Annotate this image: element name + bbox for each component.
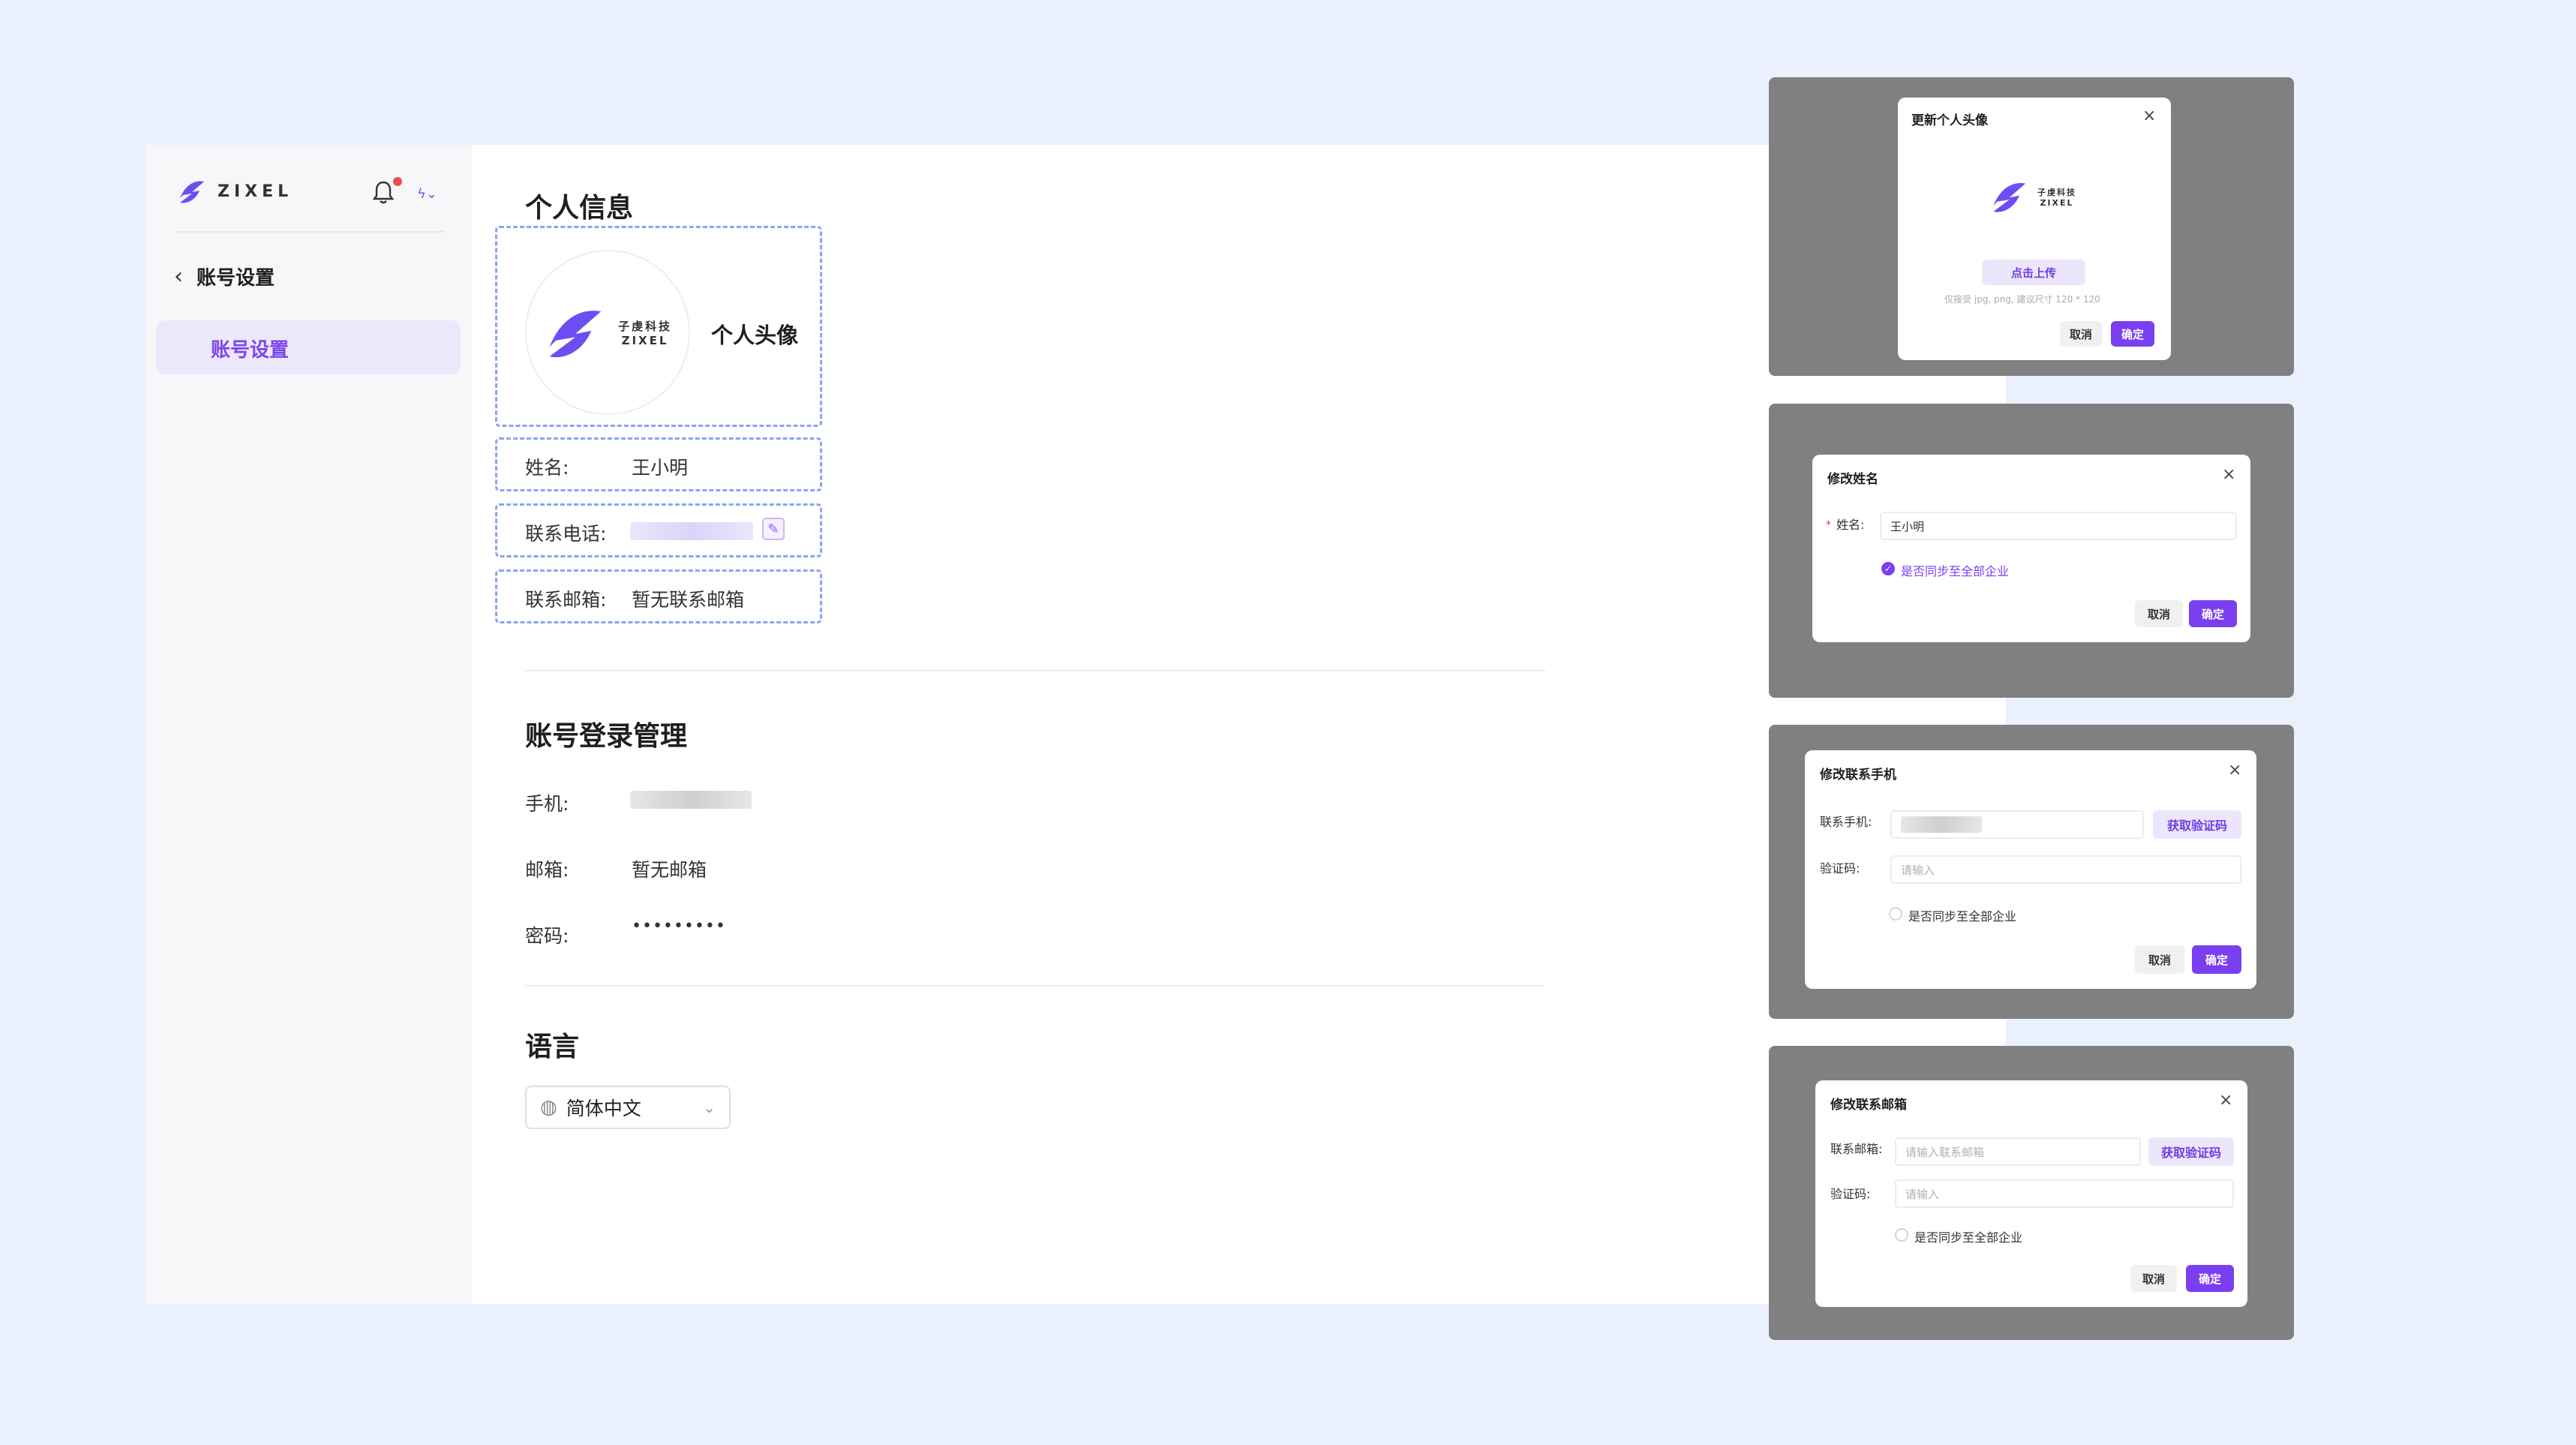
section-divider: [525, 670, 1545, 671]
email-code-input[interactable]: 请输入: [1895, 1179, 2234, 1208]
logo-wordmark: ZIXEL: [218, 182, 293, 201]
avatar[interactable]: 子虔科技 ZIXEL: [525, 250, 690, 415]
globe-icon: ◍: [540, 1096, 557, 1119]
name-input-value: 王小明: [1890, 519, 1925, 533]
preview-company-en: ZIXEL: [2040, 197, 2074, 208]
email-code-label: 验证码:: [1830, 1187, 1871, 1201]
brand-logo[interactable]: ZIXEL: [177, 177, 293, 206]
close-icon[interactable]: ×: [2219, 1091, 2232, 1110]
close-icon[interactable]: ×: [2228, 761, 2241, 780]
section-title-login: 账号登录管理: [525, 721, 688, 752]
phone-code-input[interactable]: 请输入: [1890, 855, 2241, 884]
confirm-button[interactable]: 确定: [2192, 945, 2241, 974]
close-icon[interactable]: ×: [2222, 465, 2235, 484]
zixel-logo-icon: [549, 311, 602, 358]
phone-input[interactable]: [1890, 810, 2144, 839]
language-selected: 简体中文: [566, 1098, 641, 1119]
cancel-button[interactable]: 取消: [2135, 945, 2184, 974]
avatar-preview: 子虔科技 ZIXEL: [1989, 177, 2076, 216]
required-mark: *: [1826, 519, 1831, 531]
phone-field-label: 联系手机:: [1820, 815, 1872, 829]
cancel-button[interactable]: 取消: [2130, 1265, 2177, 1292]
name-input[interactable]: 王小明: [1880, 512, 2237, 540]
section-title-language: 语言: [525, 1032, 580, 1062]
name-dialog-title: 修改姓名: [1827, 472, 1878, 487]
email-dialog-title: 修改联系邮箱: [1830, 1098, 1907, 1113]
email-value[interactable]: 暂无联系邮箱: [632, 585, 744, 612]
upload-button[interactable]: 点击上传: [1982, 260, 2085, 285]
edit-icon[interactable]: ✎: [762, 518, 785, 540]
phone-label: 联系电话:: [525, 523, 607, 545]
get-code-button[interactable]: 获取验证码: [2148, 1137, 2234, 1166]
cancel-button[interactable]: 取消: [2135, 600, 2183, 627]
avatar-company-en: ZIXEL: [621, 333, 669, 347]
phone-dialog-title: 修改联系手机: [1820, 768, 1896, 783]
avatar-dialog-title: 更新个人头像: [1911, 113, 1988, 128]
confirm-button[interactable]: 确定: [2111, 321, 2154, 347]
sidebar-item-label: 账号设置: [211, 339, 290, 362]
login-password-label: 密码:: [525, 925, 569, 947]
phone-input-redacted: [1901, 816, 1982, 833]
avatar-label: 个人头像: [711, 323, 799, 348]
sync-checkbox[interactable]: ✓: [1881, 562, 1895, 575]
back-nav-label: 账号设置: [197, 267, 275, 290]
email-input[interactable]: 请输入联系邮箱: [1895, 1137, 2141, 1166]
get-code-button[interactable]: 获取验证码: [2153, 810, 2241, 839]
phone-value-redacted: [630, 522, 753, 540]
confirm-button[interactable]: 确定: [2189, 600, 2237, 627]
notification-bell-icon[interactable]: [372, 180, 395, 206]
email-label: 联系邮箱:: [525, 589, 607, 611]
email-input-placeholder: 请输入联系邮箱: [1905, 1145, 1985, 1159]
name-field-label: 姓名:: [1836, 518, 1865, 532]
zixel-logo-icon: [1993, 183, 2025, 212]
name-label: 姓名:: [525, 457, 569, 479]
notification-dot: [393, 177, 402, 186]
sync-checkbox[interactable]: [1895, 1228, 1908, 1242]
sync-checkbox[interactable]: [1889, 907, 1902, 921]
sidebar-item-account-settings[interactable]: [156, 320, 461, 374]
email-code-placeholder: 请输入: [1905, 1187, 1940, 1201]
back-nav[interactable]: ‹ 账号设置: [174, 263, 275, 290]
phone-code-label: 验证码:: [1820, 861, 1860, 876]
section-title-profile: 个人信息: [525, 193, 634, 224]
login-phone-label: 手机:: [525, 793, 569, 815]
chevron-left-icon: ‹: [174, 263, 183, 290]
cancel-button[interactable]: 取消: [2060, 321, 2102, 347]
language-select[interactable]: ◍ 简体中文 ⌄: [525, 1086, 731, 1129]
close-icon[interactable]: ×: [2142, 107, 2156, 125]
section-divider: [525, 985, 1545, 987]
account-switch-icon[interactable]: ϟ⌄: [417, 186, 437, 202]
phone-code-placeholder: 请输入: [1901, 863, 1935, 877]
sync-checkbox-label: 是否同步至全部企业: [1914, 1230, 2023, 1245]
confirm-button[interactable]: 确定: [2186, 1265, 2234, 1292]
sync-checkbox-label: 是否同步至全部企业: [1908, 909, 2017, 924]
sidebar: [146, 145, 472, 1304]
login-password-value: •••••••••: [632, 917, 726, 936]
sidebar-divider: [177, 231, 444, 233]
email-field-label: 联系邮箱:: [1830, 1142, 1883, 1156]
zixel-logo-icon: [180, 181, 204, 203]
sync-checkbox-label: 是否同步至全部企业: [1901, 564, 2010, 578]
chevron-down-icon: ⌄: [703, 1098, 716, 1116]
upload-hint: 仅接受 jpg, png, 建议尺寸 120 * 120: [1944, 294, 2100, 305]
login-email-value: 暂无邮箱: [632, 859, 707, 881]
name-value[interactable]: 王小明: [632, 453, 688, 480]
login-phone-redacted: [630, 791, 752, 809]
preview-company-cn: 子虔科技: [2037, 187, 2076, 197]
login-email-label: 邮箱:: [525, 859, 569, 881]
avatar-company-cn: 子虔科技: [617, 319, 672, 333]
